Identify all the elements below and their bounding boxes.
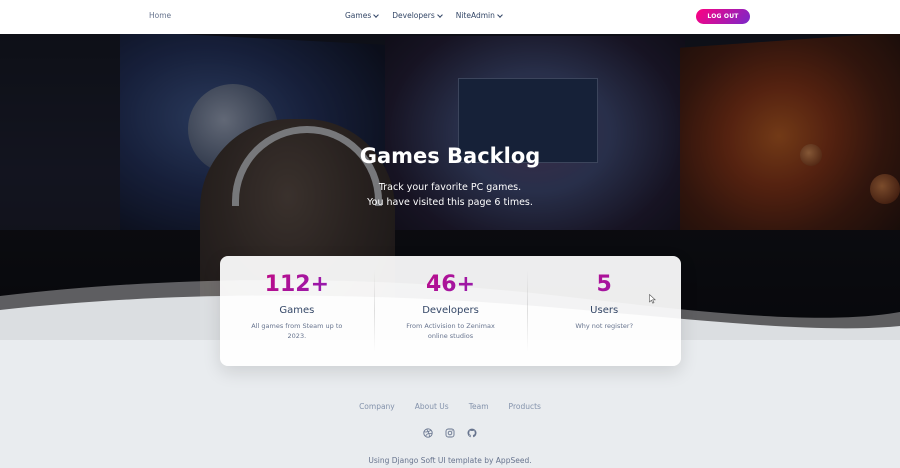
stat-description: From Activision to Zenimax online studio… — [406, 322, 495, 340]
instagram-icon[interactable] — [445, 428, 455, 438]
stat-value: 5 — [527, 272, 681, 297]
mouse-cursor-icon — [649, 294, 656, 304]
nav-item-niteadmin[interactable]: NiteAdmin — [455, 11, 503, 20]
chevron-down-icon — [497, 11, 503, 18]
stat-users: 5 Users Why not register? — [527, 256, 681, 366]
footer-link-products[interactable]: Products — [509, 402, 541, 411]
social-links — [0, 428, 900, 438]
stat-title: Games — [279, 305, 315, 316]
hero-subtitle-line: Track your favorite PC games. — [378, 182, 522, 193]
nav-item-games[interactable]: Games — [345, 11, 380, 20]
nav-item-label: Games — [345, 11, 372, 20]
stat-title: Users — [590, 305, 619, 316]
page-title: Games Backlog — [359, 144, 541, 168]
stat-description: Why not register? — [575, 322, 634, 330]
github-icon[interactable] — [467, 428, 477, 438]
nav-menu: Games Developers NiteAdmin — [345, 11, 503, 20]
stats-card: 112+ Games All games from Steam up to 20… — [220, 256, 681, 366]
chevron-down-icon — [373, 11, 380, 18]
footer-links: Company About Us Team Products — [0, 402, 900, 411]
stat-value: 112+ — [220, 272, 374, 297]
stat-value: 46+ — [374, 272, 528, 297]
nav-home-link[interactable]: Home — [149, 11, 171, 20]
navbar: Home Games Developers NiteAdmin LOG OUT — [0, 0, 900, 34]
nav-item-label: NiteAdmin — [455, 11, 495, 20]
footer-link-team[interactable]: Team — [469, 402, 489, 411]
footer-link-about-us[interactable]: About Us — [415, 402, 449, 411]
nav-item-developers[interactable]: Developers — [392, 11, 443, 20]
stat-description: All games from Steam up to 2023. — [251, 322, 343, 340]
chevron-down-icon — [436, 11, 443, 18]
stat-developers: 46+ Developers From Activision to Zenima… — [373, 256, 528, 366]
dribbble-icon[interactable] — [423, 428, 433, 438]
nav-item-label: Developers — [392, 11, 435, 20]
footer-link-company[interactable]: Company — [359, 402, 395, 411]
logout-button[interactable]: LOG OUT — [696, 9, 750, 24]
stat-title: Developers — [422, 305, 479, 316]
stat-games: 112+ Games All games from Steam up to 20… — [220, 256, 374, 366]
hero-subtitle: Track your favorite PC games. You have v… — [0, 180, 900, 210]
hero-visit-count: You have visited this page 6 times. — [367, 197, 533, 208]
footer-copyright: Using Django Soft UI template by AppSeed… — [368, 456, 532, 465]
